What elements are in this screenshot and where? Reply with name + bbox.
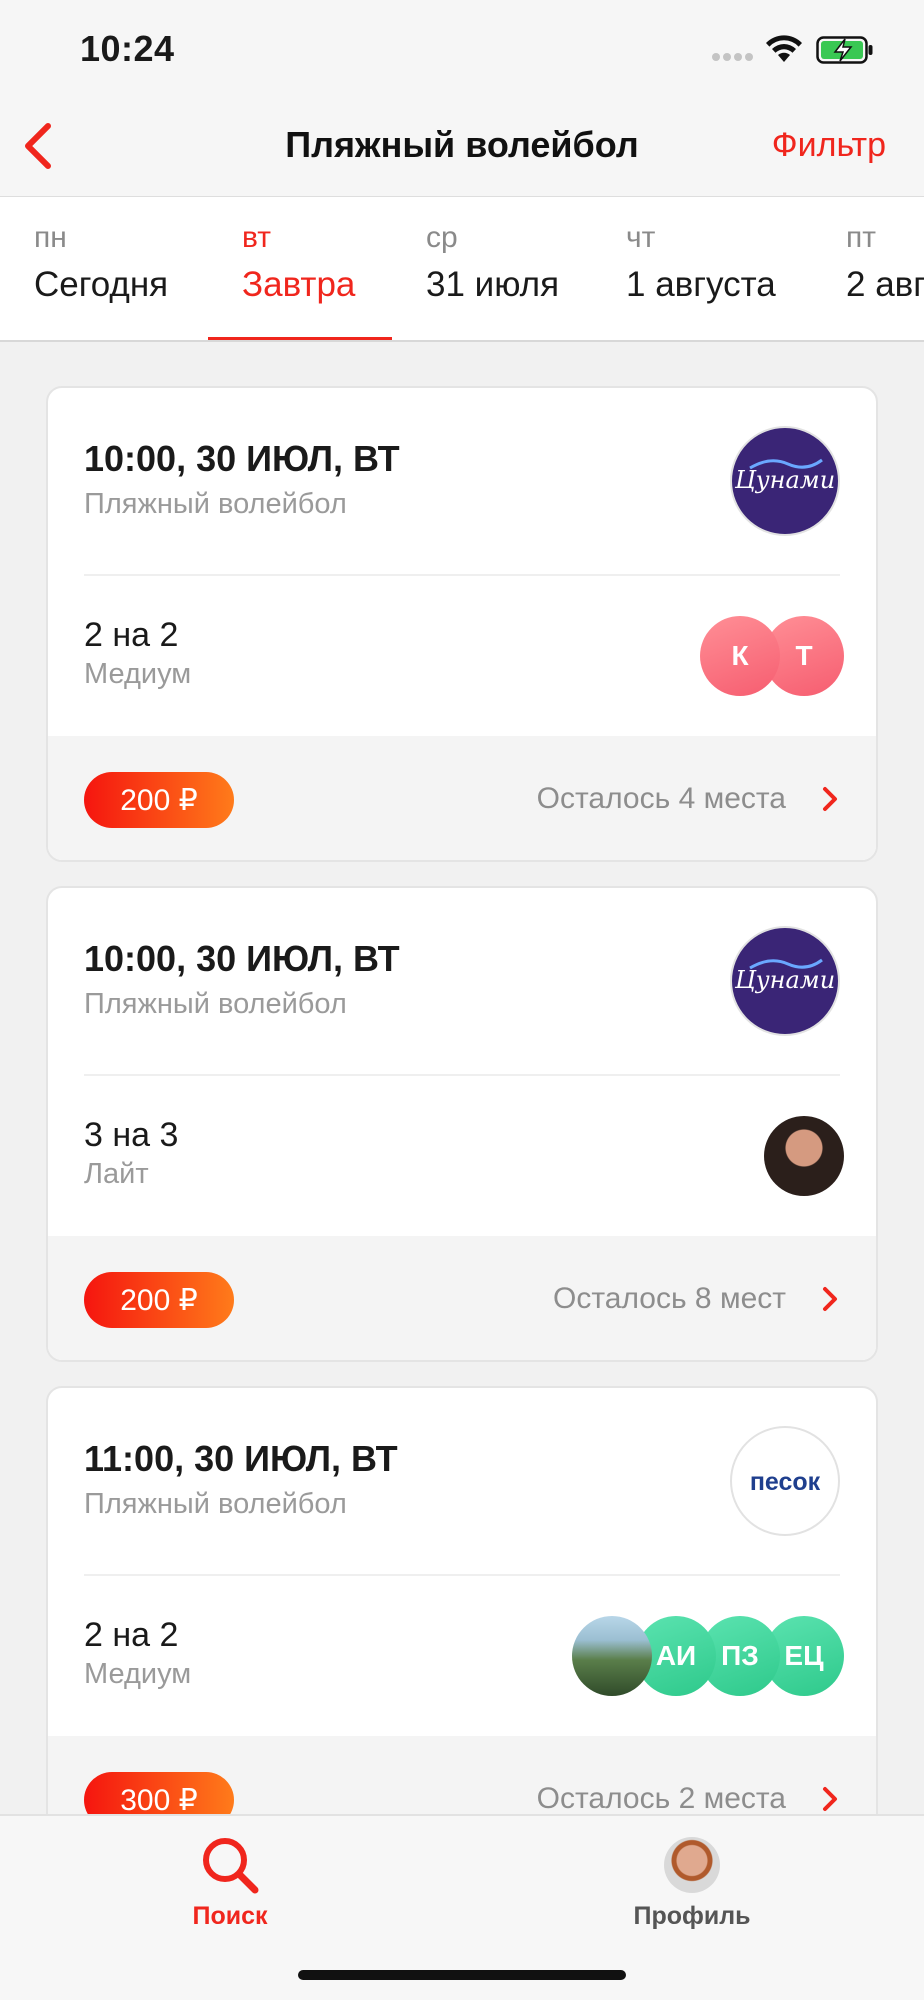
tab-dow: ср (426, 221, 458, 254)
game-datetime: 11:00, 30 ИЮЛ, ВТ (84, 1438, 398, 1479)
player-avatars: ЕЦ ПЗ АИ (572, 1616, 844, 1696)
status-bar: 10:24 (0, 0, 924, 96)
chevron-right-icon (823, 1787, 837, 1811)
card-footer: 200 ₽ Осталось 8 мест (48, 1236, 876, 1360)
tab-search-label: Поиск (192, 1902, 268, 1930)
player-avatars (764, 1116, 844, 1196)
seats-left: Осталось 2 места (536, 1782, 786, 1815)
game-level: Медиум (84, 658, 192, 690)
tab-date: Завтра (242, 265, 356, 304)
seats-left: Осталось 4 места (536, 782, 786, 815)
game-card[interactable]: 10:00, 30 ИЮЛ, ВТ Пляжный волейбол Цунам… (46, 386, 878, 862)
active-tab-indicator (208, 337, 392, 340)
game-card[interactable]: 11:00, 30 ИЮЛ, ВТ Пляжный волейбол песок… (46, 1386, 878, 1862)
divider (84, 1074, 840, 1076)
search-icon (203, 1838, 259, 1894)
wifi-icon (766, 35, 802, 62)
price-badge: 200 ₽ (84, 772, 234, 828)
tab-date: 31 июля (426, 265, 560, 304)
tab-profile-label: Профиль (633, 1902, 751, 1930)
player-avatar: К (700, 616, 780, 696)
player-avatar-photo (572, 1616, 652, 1696)
tab-date: Сегодня (34, 265, 169, 304)
venue-logo: Цунами (730, 926, 840, 1036)
game-sport: Пляжный волейбол (84, 488, 347, 520)
status-time: 10:24 (80, 28, 175, 69)
game-datetime: 10:00, 30 ИЮЛ, ВТ (84, 938, 400, 979)
price-badge: 200 ₽ (84, 1272, 234, 1328)
tab-thursday[interactable]: чт 1 августа (626, 197, 796, 340)
venue-logo-text: песок (749, 1468, 821, 1496)
game-format: 2 на 2 (84, 616, 179, 654)
tab-friday[interactable]: пт 2 авг (846, 197, 924, 340)
tab-tuesday[interactable]: вт Завтра (208, 197, 392, 340)
battery-charging-icon (816, 36, 873, 64)
game-card[interactable]: 10:00, 30 ИЮЛ, ВТ Пляжный волейбол Цунам… (46, 886, 878, 1362)
venue-logo-text: Цунами (734, 466, 836, 494)
tab-dow: чт (626, 221, 656, 254)
venue-logo: песок (730, 1426, 840, 1536)
tab-dow: пн (34, 221, 67, 254)
venue-logo-text: Цунами (734, 966, 836, 994)
home-indicator (298, 1970, 626, 1980)
tab-search[interactable]: Поиск (160, 1832, 300, 1931)
seats-left: Осталось 8 мест (553, 1282, 786, 1315)
player-avatar-photo (764, 1116, 844, 1196)
chevron-right-icon (823, 787, 837, 811)
navigation-bar: Пляжный волейбол Фильтр (0, 96, 924, 196)
game-datetime: 10:00, 30 ИЮЛ, ВТ (84, 438, 400, 479)
divider (84, 1574, 840, 1576)
game-sport: Пляжный волейбол (84, 1488, 347, 1520)
game-level: Лайт (84, 1158, 149, 1190)
tab-wednesday[interactable]: ср 31 июля (426, 197, 586, 340)
game-level: Медиум (84, 1658, 192, 1690)
tab-profile[interactable]: Профиль (622, 1832, 762, 1931)
cellular-signal-icon (712, 48, 756, 61)
chevron-right-icon (823, 1287, 837, 1311)
tab-date: 1 августа (626, 265, 776, 304)
venue-logo: Цунами (730, 426, 840, 536)
divider (84, 574, 840, 576)
game-sport: Пляжный волейбол (84, 988, 347, 1020)
card-footer: 200 ₽ Осталось 4 места (48, 736, 876, 860)
profile-avatar (664, 1837, 720, 1893)
day-selector: пн Сегодня вт Завтра ср 31 июля чт 1 авг… (0, 196, 924, 342)
tab-dow: пт (846, 221, 876, 254)
game-format: 3 на 3 (84, 1116, 179, 1154)
tab-dow: вт (242, 221, 272, 254)
player-avatars: Т К (700, 616, 844, 696)
game-format: 2 на 2 (84, 1616, 179, 1654)
tab-date: 2 авг (846, 265, 924, 304)
tab-monday[interactable]: пн Сегодня (34, 197, 184, 340)
filter-button[interactable]: Фильтр (772, 126, 886, 165)
